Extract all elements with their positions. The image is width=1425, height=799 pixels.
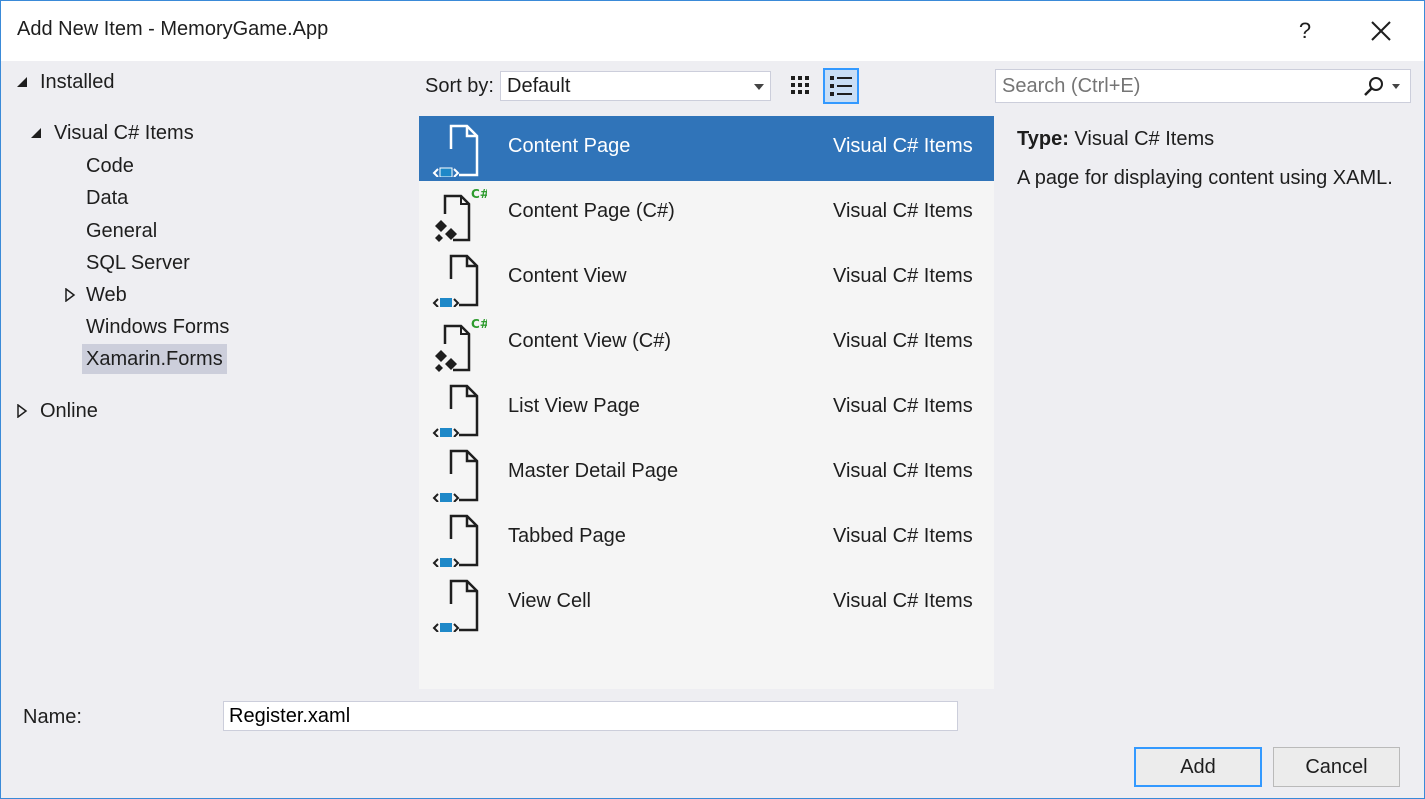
template-name: Master Detail Page <box>508 460 679 482</box>
search-icon[interactable] <box>1362 75 1386 99</box>
template-category: Visual C# Items <box>833 590 973 612</box>
tree-label-online: Online <box>40 400 98 422</box>
tree-node-installed[interactable]: Installed <box>15 67 115 97</box>
csharp-page-icon: C# <box>435 187 487 242</box>
xaml-page-icon <box>432 384 479 437</box>
tree-node-general[interactable]: General <box>86 216 157 246</box>
tree-node-code[interactable]: Code <box>86 151 134 181</box>
tree-node-visual-csharp-items[interactable]: Visual C# Items <box>29 118 194 148</box>
tree-label: General <box>86 220 158 242</box>
title-bar: Add New Item - MemoryGame.App ? <box>1 1 1424 61</box>
collapsed-arrow-icon <box>17 404 28 418</box>
add-button[interactable]: Add <box>1134 747 1262 787</box>
details-panel: Type: Visual C# Items A page for display… <box>1017 126 1397 191</box>
template-category: Visual C# Items <box>833 330 973 352</box>
xaml-page-icon <box>432 254 479 307</box>
template-category: Visual C# Items <box>833 135 973 157</box>
window-title: Add New Item - MemoryGame.App <box>17 18 329 40</box>
svg-text:C#: C# <box>471 187 487 201</box>
tree-node-online[interactable]: Online <box>15 396 98 426</box>
template-name: List View Page <box>508 395 640 417</box>
tree-label: Windows Forms <box>86 316 230 338</box>
sort-by-dropdown[interactable]: Default <box>500 71 771 101</box>
expanded-arrow-icon <box>31 128 41 138</box>
template-name: Content Page (C#) <box>508 200 675 222</box>
search-box <box>995 69 1411 103</box>
type-value: Visual C# Items <box>1074 128 1215 150</box>
type-row: Type: Visual C# Items <box>1017 126 1397 152</box>
tree-label: Data <box>86 187 129 209</box>
close-button[interactable] <box>1361 11 1401 51</box>
csharp-page-icon: C# <box>435 317 487 372</box>
tree-node-sql-server[interactable]: SQL Server <box>86 248 190 278</box>
list-view-icon <box>830 76 852 96</box>
template-category: Visual C# Items <box>833 525 973 547</box>
item-description: A page for displaying content using XAML… <box>1017 167 1393 189</box>
template-category: Visual C# Items <box>833 200 973 222</box>
template-list: Content Page Visual C# Items C# Content … <box>419 116 994 689</box>
chevron-down-icon[interactable] <box>1392 84 1400 89</box>
template-name: Content View <box>508 265 627 287</box>
add-new-item-dialog: Add New Item - MemoryGame.App ? Installe… <box>0 0 1425 799</box>
tree-node-web[interactable]: Web <box>63 280 127 310</box>
tree-label: Xamarin.Forms <box>86 348 223 370</box>
svg-text:C#: C# <box>471 317 487 331</box>
close-icon <box>1371 21 1391 41</box>
tree-label: Web <box>86 284 127 306</box>
template-category: Visual C# Items <box>833 265 973 287</box>
expanded-arrow-icon <box>17 77 27 87</box>
tree-label: SQL Server <box>86 252 190 274</box>
template-name: Content Page <box>508 135 631 157</box>
collapsed-arrow-icon <box>65 288 76 302</box>
xaml-page-icon <box>432 579 479 632</box>
template-item-content-view-csharp[interactable]: C# Content View (C#) Visual C# Items <box>419 311 994 376</box>
sort-by-label: Sort by: <box>425 75 494 97</box>
template-tree: Installed Visual C# Items Code Data Gene… <box>1 61 417 691</box>
template-item-list-view-page[interactable]: List View Page Visual C# Items <box>419 376 994 441</box>
small-icons-view-button[interactable] <box>783 68 819 104</box>
tree-node-windows-forms[interactable]: Windows Forms <box>86 312 229 342</box>
template-category: Visual C# Items <box>833 460 973 482</box>
template-item-content-page[interactable]: Content Page Visual C# Items <box>419 116 994 181</box>
chevron-down-icon <box>754 84 764 90</box>
search-input[interactable] <box>1002 72 1342 100</box>
tree-node-data[interactable]: Data <box>86 183 128 213</box>
name-label: Name: <box>23 706 82 728</box>
tree-label: Code <box>86 155 134 177</box>
tree-label-visual-csharp-items: Visual C# Items <box>54 122 194 144</box>
tree-label-installed: Installed <box>40 71 115 93</box>
template-item-master-detail-page[interactable]: Master Detail Page Visual C# Items <box>419 441 994 506</box>
template-item-tabbed-page[interactable]: Tabbed Page Visual C# Items <box>419 506 994 571</box>
template-name: Tabbed Page <box>508 525 626 547</box>
list-view-button[interactable] <box>823 68 859 104</box>
template-item-content-view[interactable]: Content View Visual C# Items <box>419 246 994 311</box>
template-item-view-cell[interactable]: View Cell Visual C# Items <box>419 571 994 636</box>
tree-node-xamarin-forms[interactable]: Xamarin.Forms <box>82 344 227 374</box>
xaml-page-icon <box>432 124 479 177</box>
sort-by-value: Default <box>507 75 571 97</box>
help-button[interactable]: ? <box>1289 13 1321 49</box>
name-input[interactable] <box>223 701 958 731</box>
template-category: Visual C# Items <box>833 395 973 417</box>
grid-view-icon <box>791 76 809 94</box>
template-name: Content View (C#) <box>508 330 672 352</box>
template-item-content-page-csharp[interactable]: C# Content Page (C#) Visual C# Items <box>419 181 994 246</box>
type-label: Type: <box>1017 128 1069 150</box>
template-name: View Cell <box>508 590 591 612</box>
xaml-page-icon <box>432 449 479 502</box>
xaml-page-icon <box>432 514 479 567</box>
cancel-button[interactable]: Cancel <box>1273 747 1400 787</box>
